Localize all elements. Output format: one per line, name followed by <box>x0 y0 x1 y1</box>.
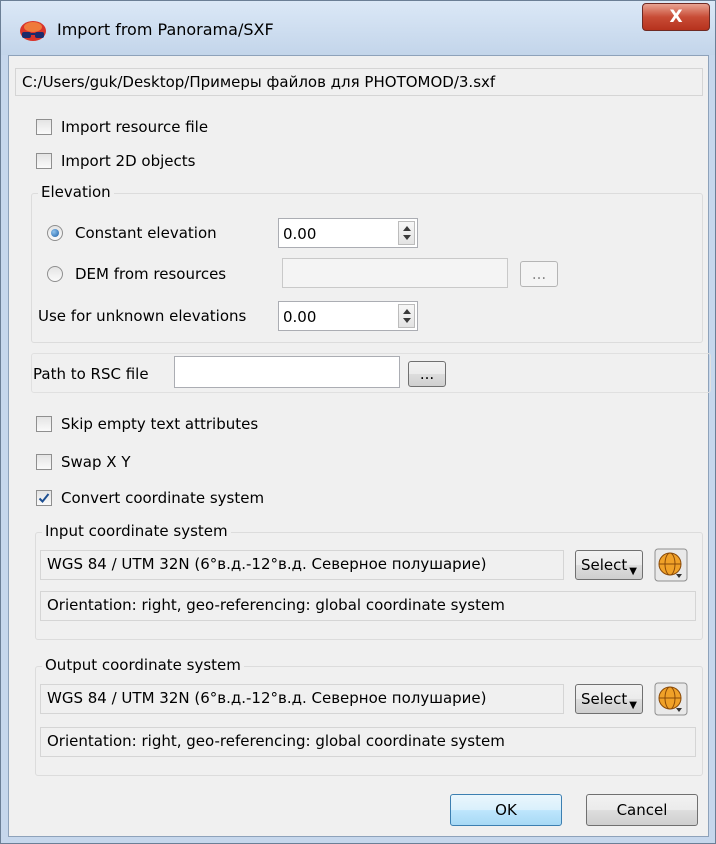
dialog-body: C:/Users/guk/Desktop/Примеры файлов для … <box>8 55 711 837</box>
unknown-elevation-row: Use for unknown elevations <box>38 304 246 328</box>
output-cs-title: Output coordinate system <box>42 656 244 674</box>
skip-empty-checkbox[interactable] <box>36 416 52 432</box>
constant-elevation-radio[interactable] <box>47 225 63 241</box>
ok-button[interactable]: OK <box>450 794 562 826</box>
import-resource-option[interactable]: Import resource file <box>36 115 208 139</box>
input-cs-field: WGS 84 / UTM 32N (6°в.д.-12°в.д. Северно… <box>40 550 564 580</box>
output-cs-info: Orientation: right, geo-referencing: glo… <box>40 727 696 757</box>
swap-xy-label: Swap X Y <box>61 453 131 471</box>
dialog-window: Import from Panorama/SXF X C:/Users/guk/… <box>0 0 716 844</box>
swap-xy-option[interactable]: Swap X Y <box>36 450 130 474</box>
cancel-button[interactable]: Cancel <box>586 794 698 826</box>
input-cs-select-label: Select <box>581 556 628 574</box>
spin-arrows-icon[interactable] <box>398 221 415 245</box>
constant-elevation-option[interactable]: Constant elevation <box>47 221 217 245</box>
constant-elevation-spinbox[interactable]: 0.00 <box>278 218 418 248</box>
convert-cs-option[interactable]: Convert coordinate system <box>36 486 264 510</box>
skip-empty-option[interactable]: Skip empty text attributes <box>36 412 258 436</box>
globe-icon[interactable] <box>654 548 688 582</box>
swap-xy-checkbox[interactable] <box>36 454 52 470</box>
output-cs-select-label: Select <box>581 690 628 708</box>
dropdown-arrow-icon: ▼ <box>629 699 637 711</box>
dem-browse-button: ... <box>520 261 558 287</box>
import-2d-checkbox[interactable] <box>36 153 52 169</box>
output-cs-select-button[interactable]: Select ▼ <box>575 684 643 714</box>
skip-empty-label: Skip empty text attributes <box>61 415 259 433</box>
title-bar[interactable]: Import from Panorama/SXF X <box>1 1 715 55</box>
unknown-elevation-label: Use for unknown elevations <box>38 307 247 325</box>
unknown-elevation-spinbox[interactable]: 0.00 <box>278 301 418 331</box>
import-2d-label: Import 2D objects <box>61 152 196 170</box>
rsc-label-row: Path to RSC file <box>33 362 149 386</box>
rsc-label: Path to RSC file <box>33 365 149 383</box>
dropdown-arrow-icon: ▼ <box>629 565 637 577</box>
input-cs-select-button[interactable]: Select ▼ <box>575 550 643 580</box>
constant-elevation-value: 0.00 <box>283 225 317 243</box>
elevation-group-title: Elevation <box>38 183 114 201</box>
rsc-browse-button[interactable]: ... <box>408 361 446 387</box>
rsc-path-input[interactable] <box>174 356 400 388</box>
radio-selected-dot <box>51 229 59 237</box>
dem-option[interactable]: DEM from resources <box>47 262 226 286</box>
checkmark-icon <box>38 493 50 503</box>
output-cs-field: WGS 84 / UTM 32N (6°в.д.-12°в.д. Северно… <box>40 684 564 714</box>
convert-cs-label: Convert coordinate system <box>61 489 265 507</box>
close-button[interactable]: X <box>642 3 710 31</box>
input-cs-info: Orientation: right, geo-referencing: glo… <box>40 591 696 621</box>
unknown-elevation-value: 0.00 <box>283 308 317 326</box>
spin-arrows-icon[interactable] <box>398 304 415 328</box>
globe-icon[interactable] <box>654 682 688 716</box>
app-logo-icon <box>20 21 46 41</box>
output-cs-group: Output coordinate system WGS 84 / UTM 32… <box>35 656 703 776</box>
window-title: Import from Panorama/SXF <box>57 20 274 39</box>
elevation-group: Elevation Constant elevation 0.00 DEM fr… <box>31 183 703 343</box>
import-resource-checkbox[interactable] <box>36 119 52 135</box>
input-cs-group: Input coordinate system WGS 84 / UTM 32N… <box>35 522 703 640</box>
close-icon: X <box>669 7 683 27</box>
input-cs-title: Input coordinate system <box>42 522 231 540</box>
dem-label: DEM from resources <box>75 265 227 283</box>
dem-radio[interactable] <box>47 266 63 282</box>
dem-field <box>282 258 508 288</box>
convert-cs-checkbox[interactable] <box>36 490 52 506</box>
constant-elevation-label: Constant elevation <box>75 224 217 242</box>
import-resource-label: Import resource file <box>61 118 209 136</box>
file-path-field: C:/Users/guk/Desktop/Примеры файлов для … <box>15 68 703 96</box>
import-2d-option[interactable]: Import 2D objects <box>36 149 195 173</box>
